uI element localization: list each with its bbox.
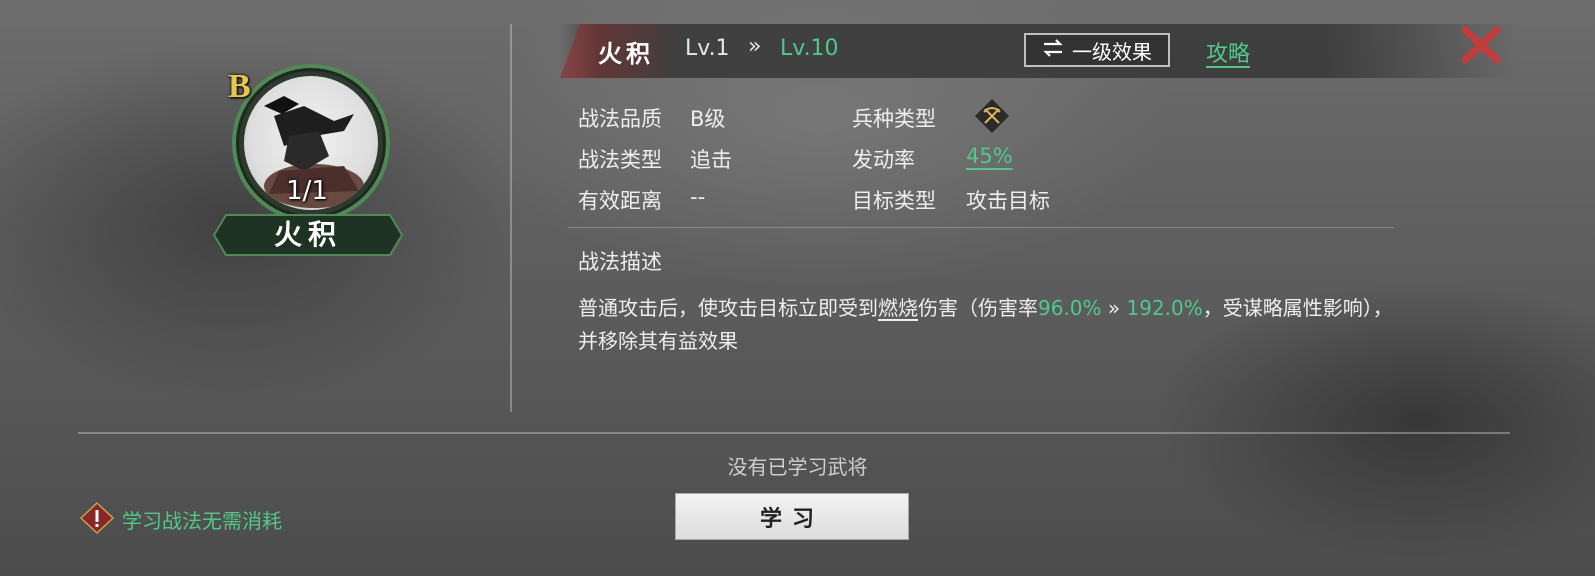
- level-current: Lv.1: [685, 36, 730, 61]
- type-value: 追击: [690, 148, 732, 172]
- damage-rate-min: 96.0%: [1038, 296, 1102, 320]
- description-title: 战法描述: [578, 250, 662, 274]
- range-label: 有效距离: [578, 189, 662, 213]
- troop-label: 兵种类型: [852, 107, 936, 131]
- rate-value[interactable]: 45%: [966, 144, 1013, 168]
- close-icon: [1461, 26, 1501, 64]
- rate-label: 发动率: [852, 148, 915, 172]
- vertical-divider: [510, 24, 512, 412]
- skill-title: 火积: [598, 40, 654, 68]
- skill-name-plate: 火积: [212, 213, 404, 257]
- section-divider: [568, 227, 1394, 228]
- desc-part2: 伤害（伤害率: [918, 296, 1038, 320]
- free-learn-note: 学习战法无需消耗: [122, 509, 282, 533]
- close-button[interactable]: [1460, 26, 1502, 64]
- crossbow-icon: [974, 98, 1010, 134]
- damage-rate-max: 192.0%: [1126, 296, 1203, 320]
- quality-value: B级: [690, 107, 726, 131]
- skill-count: 1/1: [286, 176, 328, 206]
- level-arrow: »: [748, 34, 762, 59]
- effect-toggle-label: 一级效果: [1072, 39, 1152, 64]
- desc-arrow: »: [1101, 296, 1127, 320]
- footer-divider: [78, 432, 1510, 434]
- no-general-text: 没有已学习武将: [727, 455, 868, 479]
- learn-button[interactable]: 学习: [675, 493, 909, 540]
- target-label: 目标类型: [852, 189, 936, 213]
- burn-keyword[interactable]: 燃烧: [878, 296, 918, 320]
- range-value: --: [690, 185, 706, 209]
- skill-name-plate-label: 火积: [273, 218, 342, 251]
- warning-icon: [79, 501, 115, 535]
- swap-arrows-icon: [1042, 38, 1064, 62]
- effect-toggle-button[interactable]: 一级效果: [1024, 33, 1170, 67]
- desc-part1: 普通攻击后，使攻击目标立即受到: [578, 296, 878, 320]
- guide-link[interactable]: 攻略: [1206, 36, 1250, 68]
- skill-grade-badge: B: [228, 68, 251, 105]
- target-value: 攻击目标: [966, 189, 1050, 213]
- quality-label: 战法品质: [578, 107, 662, 131]
- level-max: Lv.10: [780, 36, 839, 61]
- description-text: 普通攻击后，使攻击目标立即受到燃烧伤害（伤害率96.0% » 192.0%，受谋…: [578, 292, 1408, 358]
- type-label: 战法类型: [578, 148, 662, 172]
